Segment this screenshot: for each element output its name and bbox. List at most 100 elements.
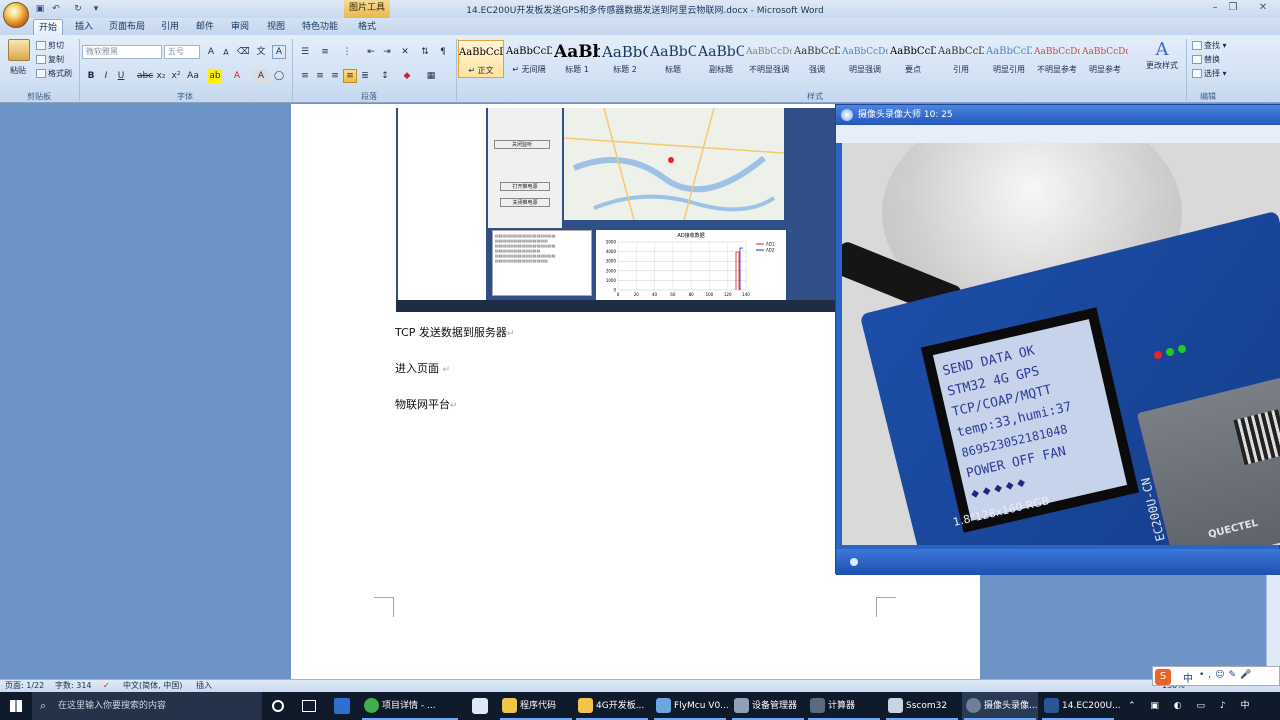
taskbar-item-sscom[interactable]: Sscom32	[884, 692, 960, 720]
paste-button[interactable]: 粘贴	[10, 65, 26, 76]
style-item[interactable]: AaBbCcDd 不明显强调	[746, 40, 792, 78]
chinese-layout-button[interactable]: ✕	[398, 45, 412, 59]
undo-icon[interactable]: ↶	[50, 3, 62, 15]
style-item[interactable]: AaBb 标题 1	[554, 40, 600, 78]
numbering-button[interactable]: ≡	[318, 45, 332, 59]
taskbar-item-camera-recorder[interactable]: 摄像头录像...	[962, 692, 1038, 720]
camera-recorder-window[interactable]: 摄像头录像大师 10: 25 SEND DATA OK STM32 4G GPS…	[835, 104, 1280, 575]
style-item[interactable]: AaBbCcDd ↵ 正文	[458, 40, 504, 78]
justify-button[interactable]: ≡	[343, 69, 357, 83]
tab-features[interactable]: 特色功能	[298, 19, 342, 35]
decrease-indent-button[interactable]: ⇤	[364, 45, 378, 59]
align-center-button[interactable]: ≡	[313, 69, 327, 83]
style-item[interactable]: AaBbCcDd 明显强调	[842, 40, 888, 78]
borders-button[interactable]: ▦	[424, 69, 438, 83]
proofing-icon[interactable]: ✓	[103, 680, 110, 692]
style-item[interactable]: AaBbC 标题 2	[602, 40, 648, 78]
page-count[interactable]: 页面: 1/22	[5, 680, 44, 692]
cortana-icon[interactable]	[272, 700, 284, 712]
font-name-combo[interactable]: 微软雅黑	[82, 45, 162, 59]
embedded-screenshot-image[interactable]: 关闭监听 打开推电源 关闭推电源 ▤▤▤▤▤▤▤▤▤▤▤▤▤▤▤▤ ▤▤▤▤▤▤▤…	[396, 108, 836, 312]
italic-button[interactable]: I	[99, 69, 113, 83]
shrink-font-button[interactable]: A	[219, 45, 233, 59]
redo-icon[interactable]: ↻	[72, 3, 84, 15]
align-right-button[interactable]: ≡	[328, 69, 342, 83]
show-marks-button[interactable]: ¶	[436, 45, 450, 59]
superscript-button[interactable]: x²	[169, 69, 183, 83]
style-item[interactable]: AaBbCcDd 不明显参考	[1034, 40, 1080, 78]
doc-line-tcp[interactable]: TCP 发送数据到服务器↵	[395, 324, 514, 340]
cut-button[interactable]: 剪切	[36, 40, 64, 51]
ime-toolbar[interactable]: S 中 •,☺✎🎤	[1152, 666, 1280, 686]
taskbar-item-4g-board[interactable]: 4G开发板...	[574, 692, 650, 720]
style-item[interactable]: AaBbC 标题	[650, 40, 696, 78]
taskbar-pinned-app-icon[interactable]	[334, 698, 350, 714]
taskbar-item-calculator[interactable]: 计算器	[806, 692, 882, 720]
language-indicator[interactable]: 中文(简体, 中国)	[123, 680, 182, 692]
tab-mailings[interactable]: 邮件	[191, 19, 219, 35]
taskbar-search-box[interactable]: ⌕ 在这里输入你要搜索的内容	[32, 692, 262, 720]
taskbar-item-flymcu[interactable]: FlyMcu V0...	[652, 692, 729, 720]
taskbar-item-code[interactable]: 程序代码	[498, 692, 574, 720]
save-icon[interactable]: ▣	[34, 3, 46, 15]
increase-indent-button[interactable]: ⇥	[380, 45, 394, 59]
style-item[interactable]: AaBbCcDd 明显参考	[1082, 40, 1128, 78]
quick-access-dropdown-icon[interactable]: ▾	[90, 3, 102, 15]
style-item[interactable]: AaBbCcDd 明显引用	[986, 40, 1032, 78]
multilevel-list-button[interactable]: ⋮	[340, 45, 354, 59]
distribute-button[interactable]: ≣	[358, 69, 372, 83]
tab-page-layout[interactable]: 页面布局	[106, 19, 148, 35]
copy-button[interactable]: 复制	[36, 54, 64, 65]
doc-line-enter-page[interactable]: 进入页面 ↵	[395, 360, 450, 376]
style-item[interactable]: AaBbCcDd 要点	[890, 40, 936, 78]
select-button[interactable]: 选择 ▾	[1192, 68, 1227, 79]
strikethrough-button[interactable]: abc	[136, 69, 153, 83]
bold-button[interactable]: B	[84, 69, 98, 83]
tab-format[interactable]: 格式	[352, 19, 382, 35]
shading-button[interactable]: ◆	[400, 69, 414, 83]
restore-icon[interactable]: ❐	[1224, 2, 1242, 15]
style-item[interactable]: AaBbC 副标题	[698, 40, 744, 78]
style-item[interactable]: AaBbCcDd ↵ 无间隔	[506, 40, 552, 78]
camera-window-titlebar[interactable]: 摄像头录像大师 10: 25	[836, 105, 1280, 125]
char-shading-button[interactable]: A	[254, 69, 268, 83]
align-left-button[interactable]: ≡	[298, 69, 312, 83]
highlight-button[interactable]: ab	[208, 69, 222, 83]
phonetic-button[interactable]: 文	[254, 45, 268, 59]
paste-icon[interactable]	[8, 39, 30, 61]
word-count[interactable]: 字数: 314	[55, 680, 92, 692]
office-button[interactable]	[3, 2, 29, 28]
grow-font-button[interactable]: A	[204, 45, 218, 59]
tab-insert[interactable]: 插入	[70, 19, 98, 35]
system-tray[interactable]: ⌃ ▣ ◐ ▭ ♪ 中	[1124, 692, 1280, 720]
tab-view[interactable]: 视图	[262, 19, 290, 35]
style-item[interactable]: AaBbCcDd 引用	[938, 40, 984, 78]
font-color-button[interactable]: A	[230, 69, 244, 83]
task-view-icon[interactable]	[302, 700, 316, 712]
change-case-button[interactable]: Aa	[186, 69, 200, 83]
taskbar-item-word-doc[interactable]: 14.EC200U...	[1040, 692, 1121, 720]
taskbar-item-device-manager[interactable]: 设备管理器	[730, 692, 806, 720]
vertical-scrollbar[interactable]	[1266, 572, 1280, 679]
line-spacing-button[interactable]: ↕	[378, 69, 392, 83]
style-item[interactable]: AaBbCcDd 强调	[794, 40, 840, 78]
taskbar-item-project[interactable]: 项目详情 - ...	[360, 692, 460, 720]
format-painter-button[interactable]: 格式刷	[36, 68, 72, 79]
bullets-button[interactable]: ☰	[298, 45, 312, 59]
underline-button[interactable]: U	[114, 69, 128, 83]
replace-button[interactable]: 替换	[1192, 54, 1220, 65]
char-border-button[interactable]: A	[272, 45, 286, 59]
find-button[interactable]: 查找 ▾	[1192, 40, 1227, 51]
enclose-char-button[interactable]: ◯	[272, 69, 286, 83]
clear-format-button[interactable]: ⌫	[236, 45, 250, 59]
subscript-button[interactable]: x₂	[154, 69, 168, 83]
tab-home[interactable]: 开始	[33, 19, 63, 35]
windows-start-icon[interactable]	[10, 700, 22, 712]
doc-line-iot-platform[interactable]: 物联网平台↵	[395, 396, 458, 412]
insert-mode[interactable]: 插入	[196, 680, 212, 692]
sort-button[interactable]: ⇅	[418, 45, 432, 59]
minimize-icon[interactable]: –	[1206, 2, 1224, 15]
tab-references[interactable]: 引用	[156, 19, 184, 35]
change-styles-button[interactable]: A 更改样式	[1140, 39, 1184, 89]
tab-review[interactable]: 审阅	[226, 19, 254, 35]
